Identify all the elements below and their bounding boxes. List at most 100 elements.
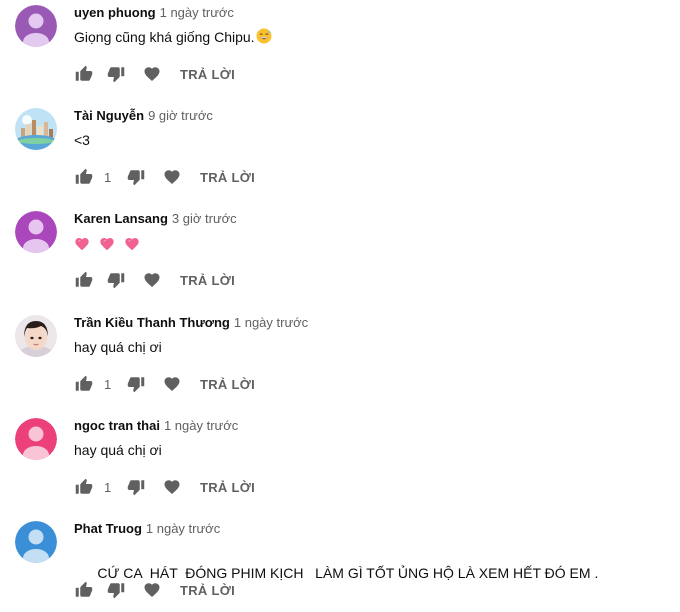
thumbs-up-icon: [75, 375, 93, 391]
heart-icon: [144, 273, 160, 288]
thumbs-down-icon: [127, 480, 145, 496]
comment-thread: Karen Lansang 3 giờ trước TRẢ LỜI: [0, 206, 680, 306]
thumbs-down-icon: [107, 67, 125, 83]
thumbs-up-icon: [75, 271, 93, 287]
heart-button[interactable]: [142, 64, 162, 84]
like-button[interactable]: [74, 374, 94, 394]
heart-icon: [164, 170, 180, 185]
comment-body: hay quá chị ơi: [74, 339, 162, 355]
author-name[interactable]: Trần Kiều Thanh Thương: [74, 315, 230, 330]
comment-actions: TRẢ LỜI: [74, 578, 235, 602]
avatar[interactable]: [15, 315, 57, 357]
reply-button[interactable]: TRẢ LỜI: [200, 170, 255, 185]
comment-body: <3: [74, 132, 90, 148]
dislike-button[interactable]: [106, 270, 126, 290]
thumbs-up-icon: [75, 581, 93, 597]
heart-button[interactable]: [142, 580, 162, 600]
reply-button[interactable]: TRẢ LỜI: [200, 377, 255, 392]
comment-thread: Phat Truog 1 ngày trước CỨ CA HÁT ĐÓNG PH…: [0, 516, 680, 612]
comment-actions: 1 TRẢ LỜI: [74, 372, 255, 396]
thumbs-up-icon: [75, 478, 93, 494]
thumbs-down-icon: [107, 583, 125, 599]
grinning-sweat-emoji-icon: [256, 28, 272, 44]
author-name[interactable]: uyen phuong: [74, 5, 156, 20]
comment-body: hay quá chị ơi: [74, 442, 162, 458]
dislike-button[interactable]: [126, 167, 146, 187]
like-button[interactable]: [74, 270, 94, 290]
comment-thread: Trần Kiều Thanh Thương 1 ngày trước hay q…: [0, 310, 680, 410]
timestamp[interactable]: 3 giờ trước: [172, 211, 237, 226]
comment-header: ngoc tran thai 1 ngày trước: [74, 417, 238, 434]
dislike-button[interactable]: [126, 477, 146, 497]
comment-thread: uyen phuong 1 ngày trước Giọng cũng khá g…: [0, 0, 680, 100]
comment-text: hay quá chị ơi: [74, 337, 162, 357]
comment-header: Tài Nguyễn 9 giờ trước: [74, 107, 213, 124]
comment-text: hay quá chị ơi: [74, 440, 162, 460]
default-avatar-icon: [15, 211, 57, 253]
timestamp[interactable]: 1 ngày trước: [160, 5, 234, 20]
heart-button[interactable]: [162, 477, 182, 497]
avatar[interactable]: [15, 108, 57, 150]
avatar[interactable]: [15, 211, 57, 253]
comment-thread: Tài Nguyễn 9 giờ trước <3 1 TRẢ LỜI: [0, 103, 680, 203]
like-button[interactable]: [74, 580, 94, 600]
avatar[interactable]: [15, 521, 57, 563]
pink-heart-emoji-icon: [75, 238, 89, 251]
heart-button[interactable]: [162, 374, 182, 394]
comment-thread: ngoc tran thai 1 ngày trước hay quá chị ơ…: [0, 413, 680, 513]
heart-icon: [164, 377, 180, 392]
reply-button[interactable]: TRẢ LỜI: [180, 273, 235, 288]
pink-heart-emoji-icon: [125, 238, 139, 251]
thumbs-down-icon: [107, 273, 125, 289]
like-count: 1: [104, 376, 112, 392]
author-name[interactable]: Karen Lansang: [74, 211, 168, 226]
comment-header: Phat Truog 1 ngày trước: [74, 520, 220, 537]
reply-button[interactable]: TRẢ LỜI: [200, 480, 255, 495]
comment-body: Giọng cũng khá giống Chipu.: [74, 29, 255, 45]
timestamp[interactable]: 1 ngày trước: [234, 315, 308, 330]
default-avatar-icon: [15, 5, 57, 47]
author-name[interactable]: ngoc tran thai: [74, 418, 160, 433]
comment-actions: 1 TRẢ LỜI: [74, 165, 255, 189]
heart-icon: [144, 583, 160, 598]
default-avatar-icon: [15, 521, 57, 563]
comments-list: uyen phuong 1 ngày trước Giọng cũng khá g…: [0, 0, 680, 612]
dislike-button[interactable]: [106, 64, 126, 84]
timestamp[interactable]: 9 giờ trước: [148, 108, 213, 123]
dislike-button[interactable]: [106, 580, 126, 600]
landscape-photo-avatar-icon: [15, 108, 57, 150]
like-count: 1: [104, 479, 112, 495]
thumbs-down-icon: [127, 377, 145, 393]
comment-actions: TRẢ LỜI: [74, 268, 235, 292]
face-photo-avatar-icon: [15, 315, 57, 357]
comment-actions: 1 TRẢ LỜI: [74, 475, 255, 499]
author-name[interactable]: Tài Nguyễn: [74, 108, 144, 123]
reply-button[interactable]: TRẢ LỜI: [180, 583, 235, 598]
heart-icon: [144, 67, 160, 82]
comment-header: Trần Kiều Thanh Thương 1 ngày trước: [74, 314, 308, 331]
heart-button[interactable]: [142, 270, 162, 290]
comment-header: Karen Lansang 3 giờ trước: [74, 210, 237, 227]
heart-button[interactable]: [162, 167, 182, 187]
comment-actions: TRẢ LỜI: [74, 62, 235, 86]
like-count: 1: [104, 169, 112, 185]
timestamp[interactable]: 1 ngày trước: [164, 418, 238, 433]
dislike-button[interactable]: [126, 374, 146, 394]
like-button[interactable]: [74, 64, 94, 84]
avatar[interactable]: [15, 5, 57, 47]
comment-text: [74, 233, 145, 253]
comment-header: uyen phuong 1 ngày trước: [74, 4, 234, 21]
thumbs-up-icon: [75, 168, 93, 184]
pink-heart-emoji-icon: [100, 238, 114, 251]
timestamp[interactable]: 1 ngày trước: [146, 521, 220, 536]
heart-icon: [164, 480, 180, 495]
thumbs-up-icon: [75, 65, 93, 81]
comment-text: Giọng cũng khá giống Chipu.: [74, 27, 272, 47]
avatar[interactable]: [15, 418, 57, 460]
default-avatar-icon: [15, 418, 57, 460]
author-name[interactable]: Phat Truog: [74, 521, 142, 536]
like-button[interactable]: [74, 477, 94, 497]
reply-button[interactable]: TRẢ LỜI: [180, 67, 235, 82]
comment-text: <3: [74, 130, 90, 150]
like-button[interactable]: [74, 167, 94, 187]
